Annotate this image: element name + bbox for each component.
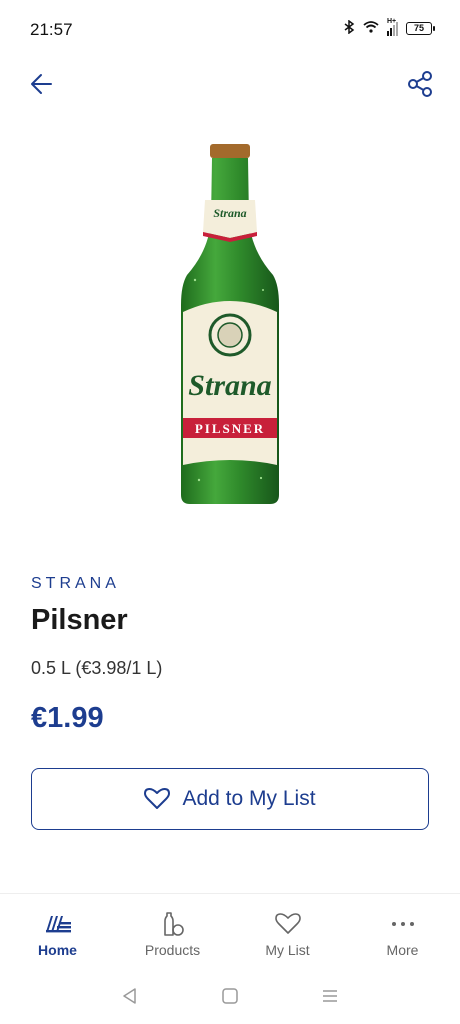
bluetooth-icon [343, 19, 355, 37]
main-label-type: PILSNER [195, 421, 265, 436]
nav-label-more: More [386, 942, 419, 958]
system-recents-button[interactable] [315, 981, 345, 1011]
product-size: 0.5 L (€3.98/1 L) [31, 658, 163, 678]
bottom-nav: Home Products My List More [0, 893, 460, 973]
nav-label-home: Home [38, 942, 77, 958]
home-logo-icon [44, 910, 72, 938]
neck-label-brand: Strana [213, 206, 246, 220]
system-nav-bar [0, 976, 460, 1016]
share-icon [408, 71, 432, 97]
network-type: H+ [387, 17, 397, 25]
status-icons: H+ 75 [343, 18, 435, 37]
menu-lines-icon [323, 990, 337, 1002]
back-button[interactable] [24, 66, 60, 102]
products-icon [160, 910, 186, 938]
beer-bottle-image: Strana Strana PILSNER [181, 144, 279, 504]
system-back-button[interactable] [115, 981, 145, 1011]
add-to-list-button[interactable]: Add to My List [31, 768, 429, 830]
system-home-button[interactable] [215, 981, 245, 1011]
heart-icon [144, 788, 171, 809]
nav-label-products: Products [144, 942, 201, 958]
share-button[interactable] [402, 66, 438, 102]
product-image: Strana Strana PILSNER [175, 140, 285, 510]
triangle-back-icon [123, 988, 136, 1004]
wifi-icon [363, 21, 379, 36]
square-home-icon [222, 988, 238, 1004]
product-price: €1.99 [31, 702, 104, 734]
arrow-left-icon [31, 74, 52, 94]
battery-icon: 75 [406, 22, 435, 35]
nav-item-products[interactable]: Products [115, 894, 230, 973]
signal-icon: H+ [387, 18, 398, 36]
status-time: 21:57 [30, 20, 73, 39]
nav-item-more[interactable]: More [345, 894, 460, 973]
product-brand: STRANA [31, 575, 120, 592]
status-bar: 21:57 H+ 75 [0, 0, 460, 60]
nav-item-my-list[interactable]: My List [230, 894, 345, 973]
add-to-list-label: Add to My List [182, 787, 316, 810]
nav-item-home[interactable]: Home [0, 894, 115, 973]
nav-label-my-list: My List [265, 942, 310, 958]
more-dots-icon [390, 910, 416, 938]
heart-icon [274, 910, 301, 938]
product-name: Pilsner [31, 604, 128, 636]
main-label-brand: Strana [188, 369, 271, 402]
